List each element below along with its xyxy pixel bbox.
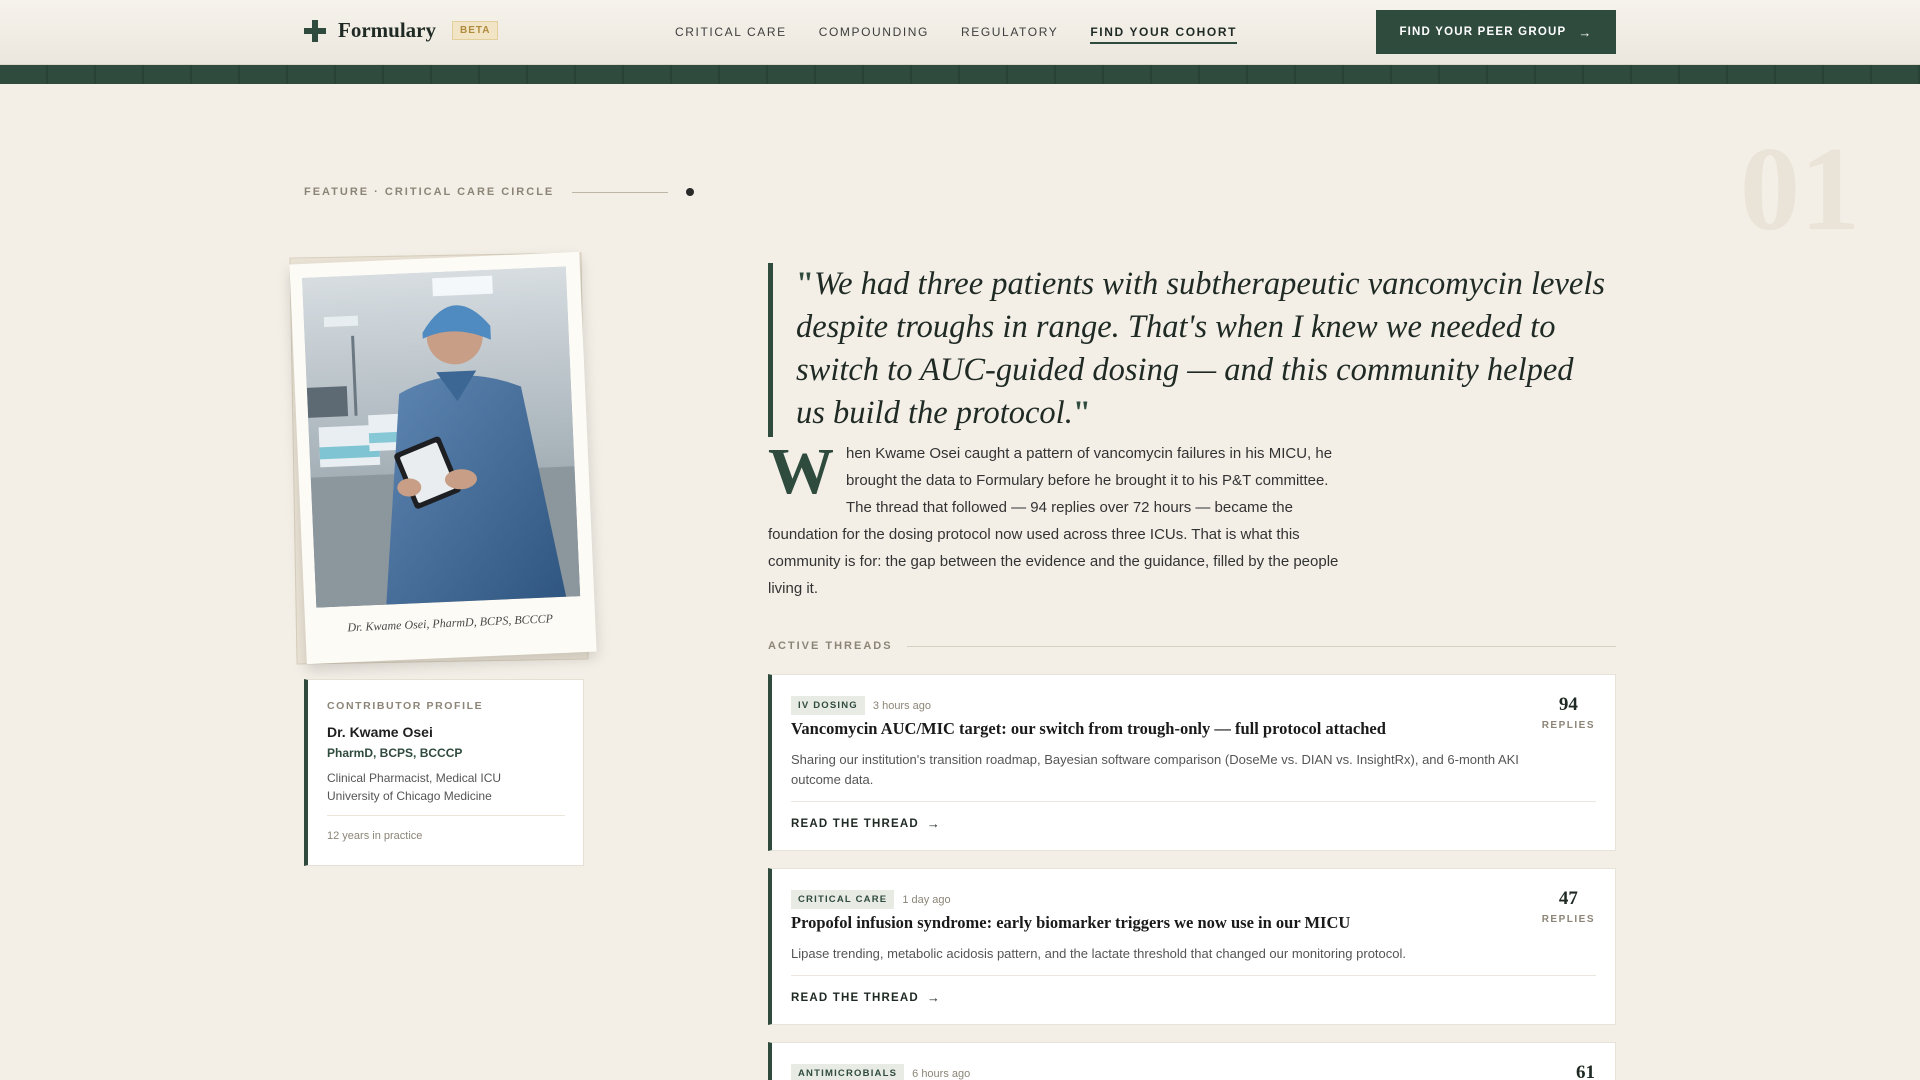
thread-time: 6 hours ago bbox=[912, 1067, 971, 1080]
contributor-photo bbox=[302, 266, 581, 608]
thread-divider bbox=[791, 975, 1596, 976]
logo-text: Formulary bbox=[338, 18, 436, 42]
active-threads-header: ACTIVE THREADS bbox=[768, 640, 1616, 652]
contributor-polaroid: Dr. Kwame Osei, PharmD, BCPS, BCCCP bbox=[289, 251, 597, 665]
card-divider bbox=[327, 815, 565, 816]
article-lede: W hen Kwame Osei caught a pattern of van… bbox=[768, 435, 1343, 602]
arrow-right-icon: → bbox=[926, 816, 942, 831]
contributor-institution: University of Chicago Medicine bbox=[327, 789, 492, 803]
lede-text: hen Kwame Osei caught a pattern of vanco… bbox=[768, 445, 1339, 597]
read-thread-label: READ THE THREAD bbox=[791, 817, 919, 830]
contributor-name: Dr. Kwame Osei bbox=[327, 724, 433, 740]
photo-caption: Dr. Kwame Osei, PharmD, BCPS, BCCCP bbox=[347, 611, 554, 635]
nav-critical-care[interactable]: CRITICAL CARE bbox=[675, 25, 787, 44]
thread-description: Sharing our institution's transition roa… bbox=[791, 752, 1519, 787]
thread-title[interactable]: Propofol infusion syndrome: early biomar… bbox=[791, 913, 1551, 933]
beta-badge: BETA bbox=[451, 21, 499, 40]
quote-text: We had three patients with subtherapeuti… bbox=[796, 266, 1605, 431]
active-threads-label: ACTIVE THREADS bbox=[768, 640, 893, 652]
eyebrow-dot bbox=[686, 188, 695, 196]
find-peer-group-label: FIND YOUR PEER GROUP bbox=[1399, 26, 1567, 38]
header-stripe bbox=[0, 65, 1920, 84]
read-thread-link[interactable]: READ THE THREAD → bbox=[791, 990, 941, 1005]
thread-tag[interactable]: IV DOSING bbox=[791, 696, 865, 715]
thread-divider bbox=[791, 801, 1596, 802]
contributor-label: CONTRIBUTOR PROFILE bbox=[327, 700, 484, 712]
threads-divider bbox=[906, 645, 1616, 647]
reply-count-number: 47 bbox=[1558, 888, 1578, 909]
thread-card[interactable]: ANTIMICROBIALS 6 hours ago 61 bbox=[768, 1042, 1616, 1080]
thread-meta: ANTIMICROBIALS 6 hours ago bbox=[791, 1064, 970, 1080]
site-header: Formulary BETA CRITICAL CARE COMPOUNDING… bbox=[0, 0, 1920, 65]
eyebrow-text: FEATURE · CRITICAL CARE CIRCLE bbox=[304, 186, 555, 198]
reply-count-number: 94 bbox=[1558, 694, 1578, 715]
thread-tag[interactable]: CRITICAL CARE bbox=[791, 890, 895, 909]
thread-meta: CRITICAL CARE 1 day ago bbox=[791, 890, 951, 909]
reply-count-label: REPLIES bbox=[1541, 914, 1595, 925]
nav-compounding[interactable]: COMPOUNDING bbox=[819, 25, 929, 44]
thread-title[interactable]: Vancomycin AUC/MIC target: our switch fr… bbox=[791, 719, 1551, 739]
contributor-role: Clinical Pharmacist, Medical ICU bbox=[327, 771, 502, 785]
thread-meta: IV DOSING 3 hours ago bbox=[791, 696, 931, 715]
arrow-right-icon: → bbox=[1578, 24, 1593, 40]
thread-description: Lipase trending, metabolic acidosis patt… bbox=[791, 946, 1406, 961]
eyebrow-divider bbox=[572, 191, 669, 193]
reply-count-number: 61 bbox=[1576, 1062, 1595, 1080]
thread-card[interactable]: IV DOSING 3 hours ago Vancomycin AUC/MIC… bbox=[768, 674, 1616, 851]
open-quote-mark: " bbox=[796, 266, 815, 302]
thread-tag[interactable]: ANTIMICROBIALS bbox=[791, 1064, 905, 1080]
medical-cross-icon bbox=[304, 19, 326, 42]
reply-count: 47 REPLIES bbox=[1542, 888, 1595, 925]
quote-text-block: "We had three patients with subtherapeut… bbox=[796, 263, 1608, 435]
read-thread-link[interactable]: READ THE THREAD → bbox=[791, 816, 941, 831]
contributor-card: CONTRIBUTOR PROFILE Dr. Kwame Osei Pharm… bbox=[304, 679, 584, 866]
thread-card[interactable]: CRITICAL CARE 1 day ago Propofol infusio… bbox=[768, 868, 1616, 1025]
drop-cap: W bbox=[768, 435, 834, 508]
logo[interactable]: Formulary BETA bbox=[304, 18, 499, 43]
main-nav: CRITICAL CARE COMPOUNDING REGULATORY FIN… bbox=[675, 25, 1238, 44]
read-thread-label: READ THE THREAD bbox=[791, 991, 919, 1004]
close-quote-mark: " bbox=[1072, 395, 1091, 431]
feature-eyebrow: FEATURE · CRITICAL CARE CIRCLE bbox=[304, 186, 695, 198]
contributor-credentials: PharmD, BCPS, BCCCP bbox=[327, 746, 463, 760]
nav-find-your-cohort[interactable]: FIND YOUR COHORT bbox=[1090, 25, 1238, 44]
reply-count: 61 bbox=[1576, 1062, 1595, 1080]
contributor-years: 12 years in practice bbox=[327, 830, 423, 842]
find-peer-group-button[interactable]: FIND YOUR PEER GROUP → bbox=[1376, 10, 1616, 54]
thread-time: 1 day ago bbox=[902, 893, 951, 906]
reply-count-label: REPLIES bbox=[1541, 720, 1595, 731]
pull-quote: "We had three patients with subtherapeut… bbox=[768, 263, 1608, 437]
thread-time: 3 hours ago bbox=[872, 699, 932, 712]
arrow-right-icon: → bbox=[926, 990, 942, 1005]
nav-regulatory[interactable]: REGULATORY bbox=[961, 25, 1058, 44]
pharmacist-illustration bbox=[302, 266, 581, 608]
feature-number: 01 bbox=[1740, 122, 1860, 255]
reply-count: 94 REPLIES bbox=[1542, 694, 1595, 731]
